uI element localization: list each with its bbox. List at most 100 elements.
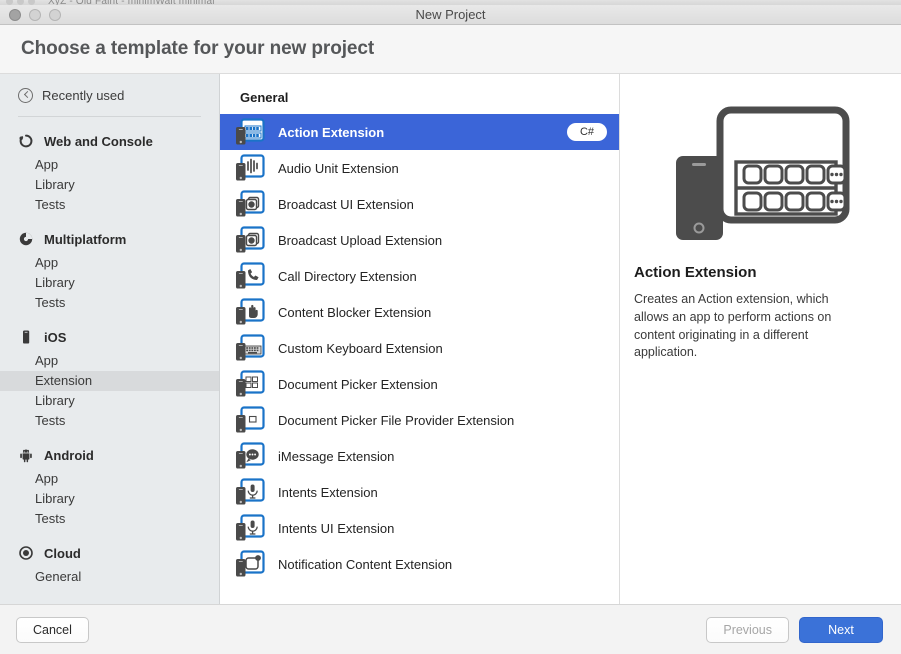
sidebar-group: Multiplatform App Library Tests [0, 229, 219, 313]
previous-button[interactable]: Previous [706, 616, 789, 643]
sidebar-group-items: General [0, 567, 219, 587]
back-clock-icon [18, 88, 33, 103]
template-label: Content Blocker Extension [278, 304, 432, 320]
sidebar-group-items: App Library Tests [0, 253, 219, 313]
template-section-title: General [240, 90, 289, 105]
sidebar-item-tests[interactable]: Tests [0, 509, 219, 529]
sidebar-group: Cloud General [0, 543, 219, 587]
imessage-icon [235, 442, 265, 470]
sidebar-item-tests[interactable]: Tests [0, 195, 219, 215]
sidebar-group-label: Web and Console [44, 133, 153, 149]
template-row[interactable]: iMessage Extension [220, 438, 619, 474]
sidebar-group: Web and Console App Library Tests [0, 131, 219, 215]
document-picker-file-provider-icon [235, 406, 265, 434]
cloud-target-icon [18, 545, 34, 561]
sidebar-group: Android App Library Tests [0, 445, 219, 529]
template-row[interactable]: Content Blocker Extension [220, 294, 619, 330]
template-label: Intents UI Extension [278, 520, 395, 536]
template-row[interactable]: Document Picker File Provider Extension [220, 402, 619, 438]
sidebar-group-label: Cloud [44, 545, 81, 561]
template-row[interactable]: Intents UI Extension [220, 510, 619, 546]
template-row[interactable]: Broadcast UI Extension [220, 186, 619, 222]
custom-keyboard-icon [235, 334, 265, 362]
sidebar-item-app[interactable]: App [0, 469, 219, 489]
web-console-icon [18, 133, 34, 149]
template-label: Broadcast Upload Extension [278, 232, 443, 248]
template-row[interactable]: Intents Extension [220, 474, 619, 510]
page-title: Choose a template for your new project [21, 38, 375, 59]
sidebar-group-items: App Extension Library Tests [0, 351, 219, 431]
sidebar-item-library[interactable]: Library [0, 175, 219, 195]
android-icon [18, 447, 34, 463]
template-label: Notification Content Extension [278, 556, 453, 572]
template-label: Broadcast UI Extension [278, 196, 414, 212]
template-detail-pane: Action Extension Creates an Action exten… [620, 74, 901, 604]
sidebar-group-header[interactable]: Android [0, 445, 219, 465]
sidebar-item-app[interactable]: App [0, 155, 219, 175]
template-label: Call Directory Extension [278, 268, 417, 284]
language-badge: C# [566, 122, 607, 142]
sidebar-item-tests[interactable]: Tests [0, 293, 219, 313]
template-row[interactable]: Custom Keyboard Extension [220, 330, 619, 366]
template-rows: Action Extension C# Audio Unit Extension Br… [220, 114, 619, 582]
template-label: Action Extension [278, 124, 385, 140]
template-label: Audio Unit Extension [278, 160, 399, 176]
template-row[interactable]: Document Picker Extension [220, 366, 619, 402]
ios-phone-icon [18, 329, 34, 345]
sidebar[interactable]: Recently used Web and Console App Library T… [0, 74, 220, 604]
dialog-footer: Cancel Previous Next [0, 604, 901, 654]
template-label: Intents Extension [278, 484, 378, 500]
next-button[interactable]: Next [799, 616, 883, 643]
template-label: Custom Keyboard Extension [278, 340, 443, 356]
broadcast-upload-icon [235, 226, 265, 254]
template-label: iMessage Extension [278, 448, 395, 464]
cancel-button[interactable]: Cancel [16, 616, 89, 643]
content-blocker-icon [235, 298, 265, 326]
action-extension-illustration [661, 102, 861, 242]
template-label: Document Picker File Provider Extension [278, 412, 515, 428]
sidebar-group-label: Android [44, 447, 94, 463]
sidebar-item-app[interactable]: App [0, 351, 219, 371]
sidebar-group-header[interactable]: Cloud [0, 543, 219, 563]
sidebar-groups: Web and Console App Library Tests Multiplatf… [0, 131, 219, 587]
template-label: Document Picker Extension [278, 376, 438, 392]
audio-unit-icon [235, 154, 265, 182]
detail-title: Action Extension [634, 264, 757, 281]
sidebar-group-header[interactable]: Multiplatform [0, 229, 219, 249]
notification-content-icon [235, 550, 265, 578]
sidebar-group-header[interactable]: iOS [0, 327, 219, 347]
new-project-dialog: XyZ - Old Faint - minimWalt minimal New … [0, 0, 901, 654]
template-row[interactable]: Action Extension C# [220, 114, 619, 150]
template-row[interactable]: Call Directory Extension [220, 258, 619, 294]
template-list-pane[interactable]: General Action Extension C# Audio Unit Ext… [220, 74, 620, 604]
window-title: New Project [415, 7, 486, 22]
intents-ui-icon [235, 514, 265, 542]
sidebar-item-tests[interactable]: Tests [0, 411, 219, 431]
sidebar-item-app[interactable]: App [0, 253, 219, 273]
broadcast-ui-icon [235, 190, 265, 218]
sidebar-item-library[interactable]: Library [0, 273, 219, 293]
sidebar-item-library[interactable]: Library [0, 489, 219, 509]
sidebar-group-header[interactable]: Web and Console [0, 131, 219, 151]
template-row[interactable]: Notification Content Extension [220, 546, 619, 582]
window-titlebar: New Project [0, 5, 901, 25]
sidebar-group-label: Multiplatform [44, 231, 127, 247]
sidebar-divider [18, 116, 201, 117]
sidebar-group: iOS App Extension Library Tests [0, 327, 219, 431]
action-extension-icon [235, 118, 265, 146]
sidebar-group-label: iOS [44, 329, 67, 345]
template-row[interactable]: Audio Unit Extension [220, 150, 619, 186]
sidebar-item-extension[interactable]: Extension [0, 371, 219, 391]
template-row[interactable]: Broadcast Upload Extension [220, 222, 619, 258]
dialog-header: Choose a template for your new project [0, 25, 901, 74]
detail-description: Creates an Action extension, which allow… [634, 292, 832, 360]
sidebar-item-recently-used[interactable]: Recently used [0, 84, 219, 107]
multiplatform-icon [18, 231, 34, 247]
intents-icon [235, 478, 265, 506]
dialog-body: Recently used Web and Console App Library T… [0, 74, 901, 604]
call-directory-icon [235, 262, 265, 290]
sidebar-item-library[interactable]: Library [0, 391, 219, 411]
sidebar-group-items: App Library Tests [0, 469, 219, 529]
recently-used-label: Recently used [42, 88, 125, 103]
sidebar-item-general[interactable]: General [0, 567, 219, 587]
